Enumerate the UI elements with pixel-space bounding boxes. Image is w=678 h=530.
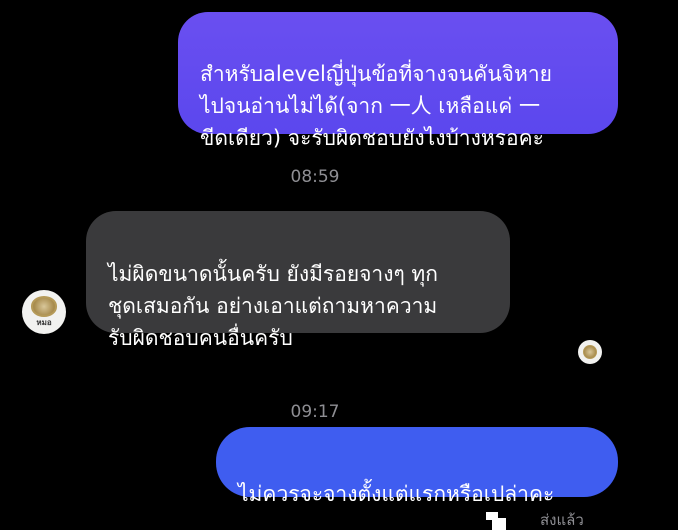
emblem-icon [30,296,58,317]
incoming-message-bubble[interactable]: ไม่ผิดขนาดนั้นครับ ยังมีรอยจางๆ ทุก ชุดเ… [86,211,510,350]
message-text: สำหรับalevelญี่ปุ่นข้อที่จางจนคันจิหาย ไ… [200,62,552,150]
message-timestamp: 09:17 [290,402,340,422]
outgoing-message-bubble[interactable]: สำหรับalevelญี่ปุ่นข้อที่จางจนคันจิหาย ไ… [178,12,618,150]
contact-avatar[interactable]: หมอ [22,290,66,334]
message-text: ไม่ผิดขนาดนั้นครับ ยังมีรอยจางๆ ทุก ชุดเ… [108,262,438,350]
message-text: ไม่ควรจะจางตั้งแต่แรกหรือเปล่าคะ [238,482,555,506]
sent-status: ส่งแล้ว [540,511,584,529]
chat-thread: สำหรับalevelญี่ปุ่นข้อที่จางจนคันจิหาย ไ… [0,0,678,530]
read-receipt-avatar [578,340,602,364]
emblem-icon [582,344,598,360]
message-timestamp: 08:59 [290,167,340,187]
outgoing-message-bubble[interactable]: ไม่ควรจะจางตั้งแต่แรกหรือเปล่าคะ [216,427,618,506]
cursor-icon [486,512,506,530]
avatar-tag: หมอ [36,317,52,327]
